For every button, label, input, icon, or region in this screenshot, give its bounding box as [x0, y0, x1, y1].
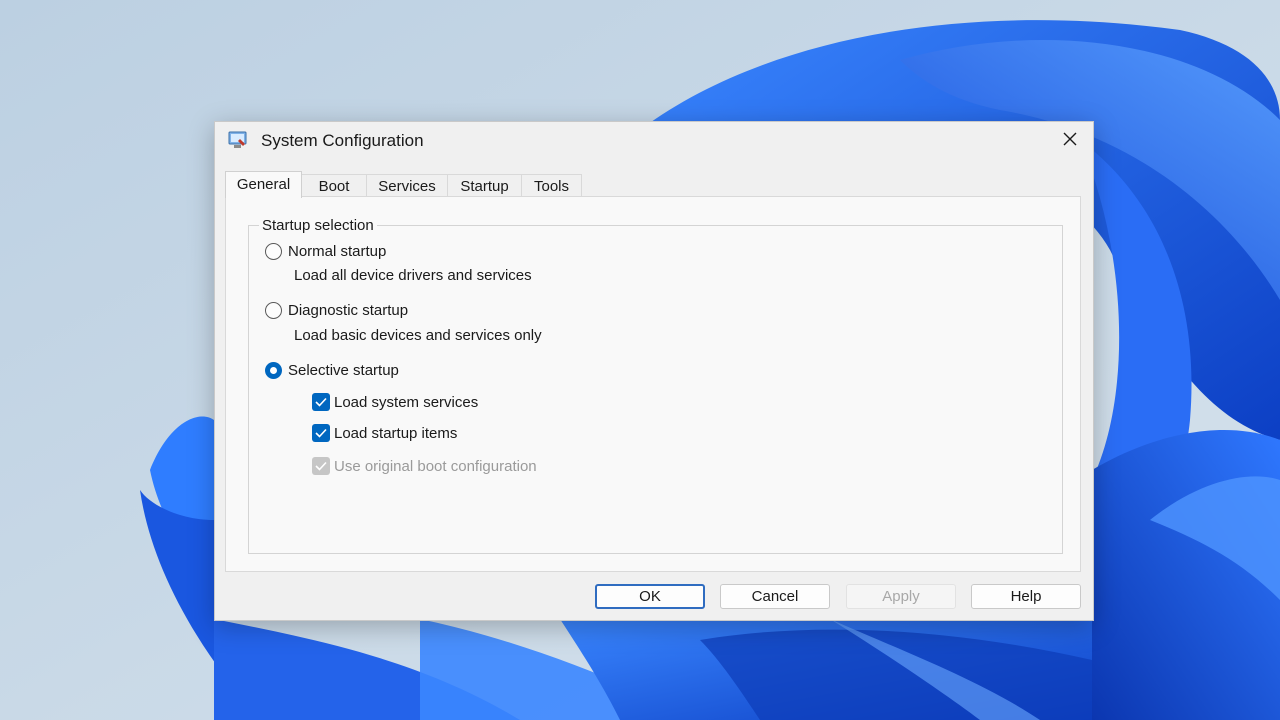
- tab-services[interactable]: Services: [366, 174, 448, 197]
- apply-button: Apply: [846, 584, 956, 609]
- system-configuration-dialog: System Configuration General Boot Servic…: [214, 121, 1094, 621]
- normal-startup-label: Normal startup: [288, 243, 387, 260]
- normal-startup-radio[interactable]: Normal startup: [265, 243, 386, 260]
- diagnostic-startup-radio[interactable]: Diagnostic startup: [265, 302, 408, 319]
- help-button[interactable]: Help: [971, 584, 1081, 609]
- normal-startup-description: Load all device drivers and services: [294, 267, 532, 284]
- load-startup-items-checkbox[interactable]: Load startup items: [312, 424, 457, 442]
- tab-tools[interactable]: Tools: [521, 174, 582, 197]
- load-startup-items-label: Load startup items: [334, 424, 458, 442]
- use-original-boot-configuration-label: Use original boot configuration: [334, 457, 537, 475]
- checkmark-icon[interactable]: [312, 393, 330, 411]
- selective-startup-radio[interactable]: Selective startup: [265, 362, 399, 379]
- tab-general[interactable]: General: [225, 171, 302, 198]
- normal-startup-radio-button[interactable]: [265, 243, 282, 260]
- close-button[interactable]: [1047, 122, 1093, 160]
- general-tab-panel: Startup selection Normal startup Load al…: [225, 196, 1081, 572]
- tab-boot[interactable]: Boot: [301, 174, 367, 197]
- use-original-boot-configuration-checkbox: Use original boot configuration: [312, 457, 537, 475]
- selective-startup-label: Selective startup: [288, 362, 399, 379]
- selective-startup-radio-button[interactable]: [265, 362, 282, 379]
- close-icon: [1062, 131, 1078, 152]
- title-bar: System Configuration: [215, 122, 1093, 160]
- diagnostic-startup-description: Load basic devices and services only: [294, 327, 542, 344]
- checkmark-icon: [312, 457, 330, 475]
- diagnostic-startup-radio-button[interactable]: [265, 302, 282, 319]
- load-system-services-checkbox[interactable]: Load system services: [312, 393, 478, 411]
- load-system-services-label: Load system services: [334, 393, 479, 411]
- checkmark-icon[interactable]: [312, 424, 330, 442]
- ok-button[interactable]: OK: [595, 584, 705, 609]
- window-title: System Configuration: [261, 131, 424, 150]
- startup-selection-label: Startup selection: [259, 217, 377, 234]
- tab-startup[interactable]: Startup: [447, 174, 522, 197]
- cancel-button[interactable]: Cancel: [720, 584, 830, 609]
- diagnostic-startup-label: Diagnostic startup: [288, 302, 409, 319]
- system-config-icon: [228, 130, 248, 150]
